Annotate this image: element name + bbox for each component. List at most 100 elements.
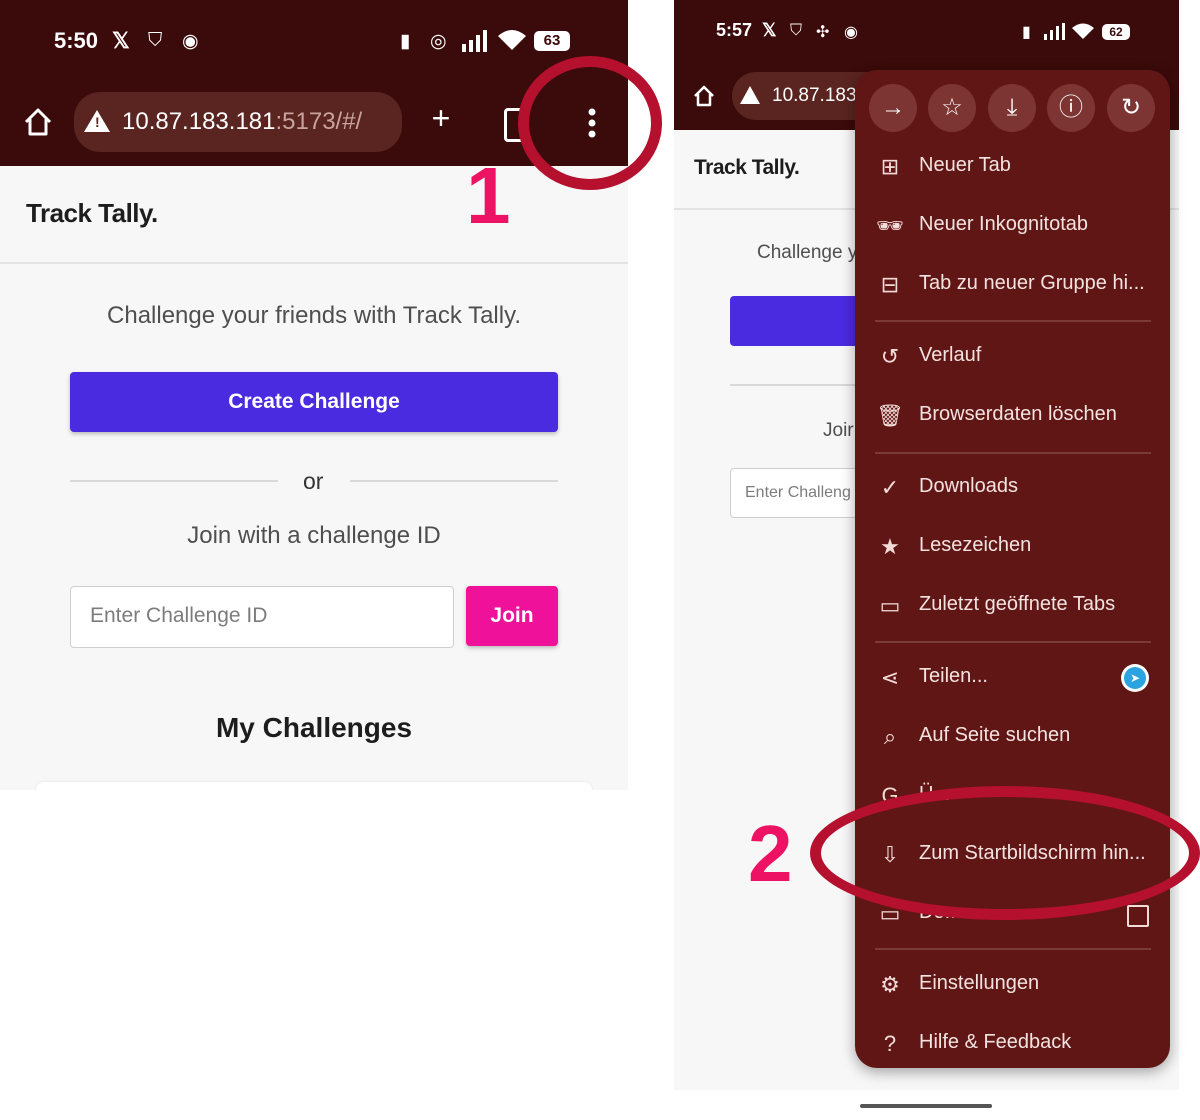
- menu-item-clear-data[interactable]: 🗑 Browserdaten löschen: [855, 387, 1170, 445]
- hotspot-icon: ◎: [430, 31, 447, 52]
- menu-item-tab-group[interactable]: ⊟ Tab zu neuer Gruppe hi...: [855, 256, 1170, 314]
- menu-item-history[interactable]: ↺ Verlauf: [855, 328, 1170, 386]
- menu-item-share[interactable]: ⋖ Teilen... ➤: [855, 649, 1170, 707]
- home-icon[interactable]: [692, 84, 716, 108]
- vibrate-icon: ▮: [1022, 24, 1031, 41]
- menu-item-label: Downloads: [919, 475, 1018, 497]
- challenge-card: [36, 782, 592, 790]
- header-divider: [0, 262, 628, 264]
- help-icon: ?: [883, 1031, 897, 1056]
- join-prompt-partial: Joir: [823, 420, 854, 441]
- x-app-icon: 𝕏: [762, 20, 777, 40]
- address-bar[interactable]: ! 10.87.183.181:5173/#/: [74, 92, 402, 152]
- settings-icon: ⚙: [880, 972, 900, 997]
- warning-icon: !: [84, 110, 110, 132]
- url-host: 10.87.183.: [772, 85, 862, 106]
- forward-icon[interactable]: →: [869, 84, 917, 132]
- menu-item-new-tab[interactable]: ⊞ Neuer Tab: [855, 138, 1170, 196]
- annotation-ring-1: [518, 56, 662, 190]
- url-host: 10.87.183.181: [122, 108, 276, 135]
- gesture-home-bar[interactable]: [860, 1104, 992, 1108]
- menu-item-label: Teilen...: [919, 665, 988, 687]
- menu-divider: [875, 948, 1151, 950]
- fan-icon: ✣: [816, 24, 830, 41]
- menu-item-settings[interactable]: ⚙ Einstellungen: [855, 956, 1170, 1014]
- step-2-label: 2: [748, 809, 793, 898]
- shield-icon: ⛉: [790, 22, 803, 39]
- telegram-icon[interactable]: ➤: [1121, 664, 1149, 692]
- x-app-icon: 𝕏: [112, 28, 130, 53]
- address-text: 10.87.183.181:5173/#/: [122, 108, 362, 136]
- new-tab-icon: ⊞: [880, 154, 900, 179]
- warning-icon: [740, 86, 760, 104]
- menu-item-incognito[interactable]: 🕶 Neuer Inkognitotab: [855, 197, 1170, 255]
- trash-icon: 🗑: [876, 403, 904, 428]
- menu-item-downloads[interactable]: ✓ Downloads: [855, 459, 1170, 517]
- tab-group-icon: ⊟: [880, 272, 900, 297]
- menu-item-label: Lesezeichen: [919, 534, 1032, 556]
- wifi-icon: [498, 30, 526, 50]
- desktop-site-checkbox[interactable]: [1127, 905, 1149, 927]
- menu-item-bookmarks[interactable]: ★ Lesezeichen: [855, 518, 1170, 576]
- app-title: Track Tally.: [694, 156, 800, 179]
- chrome-icon: ◉: [844, 24, 858, 41]
- info-icon[interactable]: ⓘ: [1047, 84, 1095, 132]
- menu-item-label: Tab zu neuer Gruppe hi...: [919, 272, 1145, 294]
- status-time: 5:57: [716, 20, 753, 40]
- app-title: Track Tally.: [26, 198, 158, 228]
- challenge-id-input[interactable]: Enter Challenge ID: [70, 586, 454, 648]
- menu-item-label: Browserdaten löschen: [919, 403, 1117, 425]
- menu-item-label: Hilfe & Feedback: [919, 1031, 1072, 1053]
- star-icon[interactable]: ☆: [928, 84, 976, 132]
- menu-divider: [875, 641, 1151, 643]
- menu-divider: [875, 452, 1151, 454]
- wifi-icon: [1072, 23, 1094, 39]
- create-challenge-button[interactable]: Create Challenge: [70, 372, 558, 432]
- menu-item-find-in-page[interactable]: ⌕ Auf Seite suchen: [855, 708, 1170, 766]
- shield-icon: ⛉: [148, 30, 163, 51]
- bookmark-star-icon: ★: [880, 534, 900, 559]
- menu-item-label: Neuer Tab: [919, 154, 1011, 176]
- app-header: Track Tally.: [0, 166, 628, 262]
- incognito-icon: 🕶: [876, 213, 904, 238]
- chrome-icon: ◉: [182, 31, 199, 52]
- challenge-id-placeholder: Enter Challenge ID: [90, 604, 268, 627]
- status-time: 5:50: [54, 28, 99, 53]
- reload-icon[interactable]: ↻: [1107, 84, 1155, 132]
- history-icon: ↺: [880, 344, 900, 369]
- home-icon[interactable]: [22, 106, 54, 138]
- annotation-ring-2: [810, 786, 1200, 920]
- divider-left: [70, 480, 278, 482]
- download-icon[interactable]: ⤓: [988, 84, 1036, 132]
- vibrate-icon: ▮: [400, 31, 411, 52]
- menu-item-help[interactable]: ? Hilfe & Feedback: [855, 1015, 1170, 1073]
- menu-item-label: Auf Seite suchen: [919, 724, 1071, 746]
- menu-item-label: Einstellungen: [919, 972, 1040, 994]
- divider-right: [350, 480, 558, 482]
- share-icon: ⋖: [880, 665, 900, 690]
- menu-item-label: Verlauf: [919, 344, 982, 366]
- signal-icon: [1044, 23, 1065, 40]
- downloads-icon: ✓: [880, 475, 900, 500]
- status-bar: 5:50 𝕏 ⛉ ◉ ▮ ◎ 63: [0, 0, 628, 80]
- tagline-partial: Challenge y: [757, 242, 858, 263]
- tagline: Challenge your friends with Track Tally.: [107, 302, 521, 329]
- url-path: :5173/#/: [275, 108, 363, 135]
- join-prompt: Join with a challenge ID: [187, 522, 441, 549]
- find-in-page-icon: ⌕: [883, 724, 897, 749]
- signal-icon: [462, 30, 487, 52]
- status-bar: 5:57 𝕏 ⛉ ✣ ◉ ▮ 62: [674, 0, 1179, 60]
- new-tab-plus-icon[interactable]: +: [424, 100, 458, 137]
- battery-indicator: 63: [534, 31, 570, 51]
- my-challenges-title: My Challenges: [215, 712, 413, 743]
- menu-item-label: Neuer Inkognitotab: [919, 213, 1089, 235]
- join-button[interactable]: Join: [466, 586, 558, 646]
- menu-divider: [875, 320, 1151, 322]
- challenge-id-placeholder: Enter Challeng: [745, 484, 851, 501]
- recent-tabs-icon: ▭: [879, 593, 901, 618]
- menu-item-label: Zuletzt geöffnete Tabs: [919, 593, 1116, 615]
- step-1-label: 1: [466, 151, 511, 240]
- menu-item-recent-tabs[interactable]: ▭ Zuletzt geöffnete Tabs: [855, 577, 1170, 635]
- or-text: or: [303, 468, 324, 494]
- battery-indicator: 62: [1102, 24, 1130, 40]
